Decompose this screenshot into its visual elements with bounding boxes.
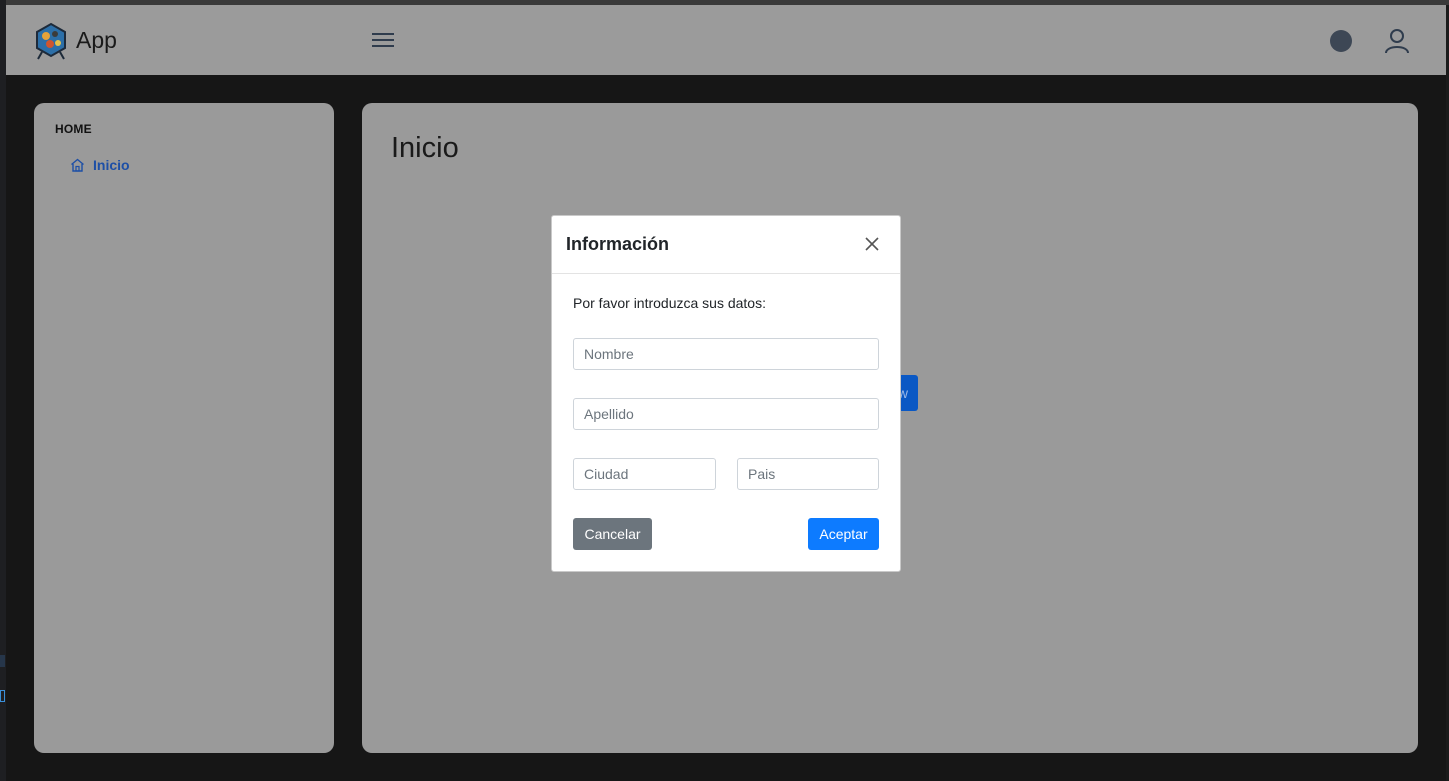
editor-marker	[0, 690, 5, 702]
editor-marker	[0, 655, 5, 667]
app-title: App	[76, 27, 117, 53]
circle-icon[interactable]	[1330, 30, 1352, 52]
modal-title: Información	[566, 234, 670, 254]
accept-button[interactable]: Aceptar	[808, 518, 879, 550]
sidebar-item-label: Inicio	[93, 157, 130, 173]
info-modal: Información Por favor introduzca sus dat…	[551, 215, 901, 572]
page-title: Inicio	[391, 132, 459, 164]
pais-input[interactable]	[737, 458, 879, 490]
cancel-button[interactable]: Cancelar	[573, 518, 652, 550]
app-header: App	[6, 5, 1446, 75]
ciudad-input[interactable]	[573, 458, 716, 490]
close-icon[interactable]	[864, 236, 880, 252]
sidebar: HOME Inicio	[34, 103, 334, 753]
home-icon	[71, 158, 84, 172]
app-logo-icon	[36, 22, 66, 60]
sidebar-item-inicio[interactable]: Inicio	[70, 157, 130, 173]
modal-prompt: Por favor introduzca sus datos:	[573, 295, 766, 311]
nombre-input[interactable]	[573, 338, 879, 370]
apellido-input[interactable]	[573, 398, 879, 430]
user-icon[interactable]	[1383, 27, 1411, 55]
hamburger-menu-icon[interactable]	[370, 29, 396, 51]
sidebar-section-heading: HOME	[55, 122, 92, 136]
modal-header: Información	[552, 216, 900, 274]
